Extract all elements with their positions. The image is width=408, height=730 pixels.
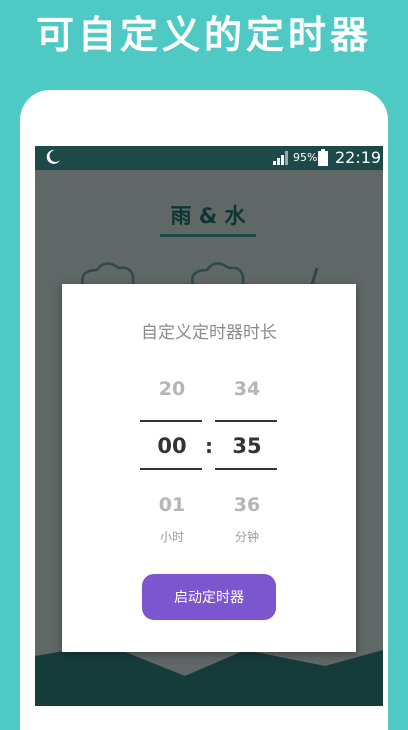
- minute-prev-value[interactable]: 34: [215, 378, 279, 400]
- hour-prev-value[interactable]: 20: [140, 378, 204, 400]
- app-title-underline: [160, 234, 256, 237]
- minute-divider-bottom: [215, 468, 277, 470]
- battery-percent: 95%: [293, 151, 318, 164]
- status-bar: 95% 22:19: [35, 146, 383, 170]
- hour-unit-label: 小时: [159, 530, 184, 544]
- hour-divider-top: [140, 420, 202, 422]
- moon-icon: [46, 149, 60, 164]
- minute-divider-top: [215, 420, 277, 422]
- app-title: 雨 & 水: [170, 204, 246, 228]
- signal-icon: [273, 151, 288, 165]
- hour-current-value[interactable]: 00: [140, 434, 204, 458]
- hour-next-value[interactable]: 01: [140, 494, 204, 516]
- promo-title: 可自定义的定时器: [35, 13, 372, 57]
- hour-divider-bottom: [140, 468, 202, 470]
- time-separator: :: [205, 434, 213, 458]
- status-time: 22:19: [335, 148, 382, 167]
- start-timer-button[interactable]: 启动定时器: [142, 574, 276, 620]
- battery-icon: [318, 149, 328, 166]
- timer-dialog: 自定义定时器时长 20 00 01 小时 : 34 35 36 分钟 启动定时器: [62, 284, 356, 652]
- minute-unit-label: 分钟: [234, 530, 259, 544]
- minute-next-value[interactable]: 36: [215, 494, 279, 516]
- dialog-title: 自定义定时器时长: [141, 323, 277, 343]
- minute-current-value[interactable]: 35: [215, 434, 279, 458]
